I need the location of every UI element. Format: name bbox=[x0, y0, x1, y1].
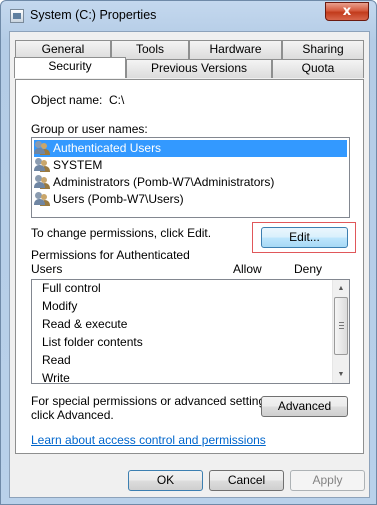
permission-row: Read bbox=[42, 353, 71, 367]
permission-row: Write bbox=[42, 371, 70, 384]
special-permissions-text: For special permissions or advanced sett… bbox=[31, 394, 275, 408]
cancel-button[interactable]: Cancel bbox=[209, 470, 284, 491]
grip-icon bbox=[339, 322, 344, 329]
user-list[interactable]: Authenticated Users SYSTEM Administrator… bbox=[31, 137, 350, 218]
deny-header: Deny bbox=[294, 262, 323, 276]
learn-more-link[interactable]: Learn about access control and permissio… bbox=[31, 433, 266, 447]
permission-row: Modify bbox=[42, 299, 78, 313]
user-row-authenticated[interactable]: Authenticated Users bbox=[34, 140, 347, 157]
edit-button[interactable]: Edit... bbox=[261, 227, 348, 248]
scroll-up-arrow-icon[interactable]: ▲ bbox=[333, 280, 349, 297]
special-permissions-text-2: click Advanced. bbox=[31, 408, 114, 422]
dialog-client: General Tools Hardware Sharing Security … bbox=[9, 31, 370, 498]
tab-previous-versions[interactable]: Previous Versions bbox=[126, 59, 272, 78]
window-title: System (C:) Properties bbox=[30, 8, 157, 22]
scroll-down-arrow-icon[interactable]: ▼ bbox=[333, 366, 349, 383]
user-name: SYSTEM bbox=[53, 158, 103, 172]
group-icon bbox=[34, 158, 50, 172]
permissions-label-user: Users bbox=[31, 262, 63, 276]
group-label: Group or user names: bbox=[31, 122, 148, 136]
group-icon bbox=[34, 192, 50, 206]
tab-security[interactable]: Security bbox=[14, 57, 126, 78]
close-button[interactable]: x bbox=[325, 2, 369, 21]
security-panel: Object name: C:\ Group or user names: Au… bbox=[15, 79, 364, 454]
group-icon bbox=[34, 175, 50, 189]
permissions-scrollbar[interactable]: ▲ ▼ bbox=[332, 280, 349, 383]
tab-quota[interactable]: Quota bbox=[272, 59, 364, 78]
close-icon: x bbox=[342, 4, 352, 19]
group-icon bbox=[34, 141, 50, 155]
user-name: Users (Pomb-W7\Users) bbox=[53, 192, 184, 206]
advanced-button[interactable]: Advanced bbox=[261, 396, 348, 417]
permission-row: Read & execute bbox=[42, 317, 128, 331]
user-row-system[interactable]: SYSTEM bbox=[34, 157, 102, 174]
ok-button[interactable]: OK bbox=[128, 470, 203, 491]
permissions-label: Permissions for Authenticated bbox=[31, 248, 190, 262]
tab-sharing[interactable]: Sharing bbox=[282, 40, 364, 59]
title-bar[interactable]: System (C:) Properties x bbox=[1, 1, 376, 31]
permission-row: Full control bbox=[42, 281, 101, 295]
drive-icon bbox=[10, 9, 24, 23]
user-row-administrators[interactable]: Administrators (Pomb-W7\Administrators) bbox=[34, 174, 274, 191]
user-row-users[interactable]: Users (Pomb-W7\Users) bbox=[34, 191, 184, 208]
properties-window: System (C:) Properties x General Tools H… bbox=[0, 0, 377, 505]
permissions-list[interactable]: Full control Modify Read & execute List … bbox=[31, 279, 350, 384]
object-name-value: C:\ bbox=[109, 93, 125, 107]
change-permissions-text: To change permissions, click Edit. bbox=[31, 226, 212, 240]
permission-row: List folder contents bbox=[42, 335, 143, 349]
allow-header: Allow bbox=[233, 262, 262, 276]
scroll-thumb[interactable] bbox=[334, 297, 348, 355]
apply-button[interactable]: Apply bbox=[290, 470, 365, 491]
user-name: Administrators (Pomb-W7\Administrators) bbox=[53, 175, 275, 189]
tab-hardware[interactable]: Hardware bbox=[189, 40, 282, 59]
user-name: Authenticated Users bbox=[53, 141, 162, 155]
object-name-label: Object name: bbox=[31, 93, 103, 107]
